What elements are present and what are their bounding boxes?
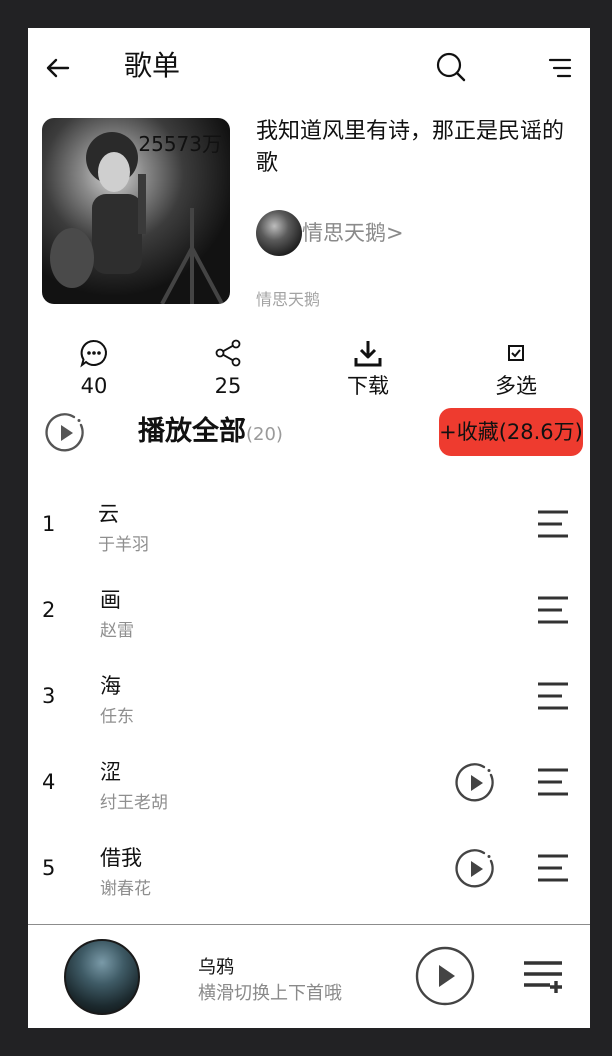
share-icon [215, 339, 241, 367]
playlist-cover[interactable]: 25573万 [42, 118, 230, 304]
search-button[interactable] [434, 50, 468, 84]
song-menu-icon[interactable] [536, 766, 570, 798]
song-title: 借我 [100, 846, 142, 870]
creator-name-link[interactable]: 情思天鹅> [302, 218, 404, 248]
playlist-screen: 歌单 25573万 我知道风里有诗，那正是民谣的歌 情思天鹅> 情思天鹅 40 … [28, 28, 590, 1028]
now-playing-cover[interactable] [64, 939, 140, 1015]
song-row[interactable]: 1 云 于羊羽 [28, 480, 590, 566]
play-count: 25573万 [138, 132, 222, 156]
song-menu-icon[interactable] [536, 680, 570, 712]
search-icon [436, 52, 466, 82]
song-number: 1 [42, 512, 56, 536]
download-button[interactable]: 下载 [308, 338, 428, 408]
multi-select-label: 多选 [495, 374, 537, 398]
creator-subtitle: 情思天鹅 [256, 290, 321, 309]
collect-button[interactable]: +收藏(28.6万) [439, 408, 583, 456]
play-icon[interactable] [414, 945, 476, 1007]
arrow-left-icon [46, 58, 70, 78]
song-menu-icon[interactable] [536, 852, 570, 884]
song-row[interactable]: 2 画 赵雷 [28, 566, 590, 652]
now-playing-hint: 横滑切换上下首哦 [198, 983, 342, 1004]
checkbox-icon [508, 345, 524, 361]
song-number: 3 [42, 684, 56, 708]
song-menu-icon[interactable] [536, 508, 570, 540]
play-circle-icon[interactable] [454, 762, 496, 804]
play-circle-icon[interactable] [454, 848, 496, 890]
share-count: 25 [214, 374, 242, 398]
song-row[interactable]: 4 涩 纣王老胡 [28, 738, 590, 824]
song-row[interactable]: 5 借我 谢春花 [28, 824, 590, 910]
share-button[interactable]: 25 [168, 338, 288, 408]
multi-select-button[interactable]: 多选 [456, 338, 576, 408]
menu-icon [548, 58, 572, 78]
song-title: 画 [100, 588, 121, 612]
song-menu-icon[interactable] [536, 594, 570, 626]
comment-button[interactable]: 40 [34, 338, 154, 408]
song-artist: 纣王老胡 [100, 793, 168, 813]
playlist-title: 我知道风里有诗，那正是民谣的歌 [256, 119, 565, 176]
song-number: 5 [42, 856, 56, 880]
now-playing-title: 乌鸦 [198, 957, 234, 978]
song-artist: 于羊羽 [98, 535, 149, 555]
menu-button[interactable] [546, 54, 574, 82]
download-icon [354, 341, 382, 367]
song-title: 云 [98, 502, 119, 526]
song-title: 海 [100, 674, 121, 698]
creator-avatar[interactable] [256, 210, 302, 256]
song-artist: 任东 [100, 707, 134, 727]
song-number: 2 [42, 598, 56, 622]
play-all-button[interactable] [44, 412, 86, 454]
comment-count: 40 [80, 374, 108, 398]
page-title: 歌单 [124, 49, 181, 82]
song-artist: 谢春花 [100, 879, 151, 899]
song-title: 涩 [100, 760, 121, 784]
comment-icon [80, 339, 107, 368]
mini-player[interactable]: 乌鸦 横滑切换上下首哦 [28, 924, 590, 1028]
song-artist: 赵雷 [100, 621, 134, 641]
song-row[interactable]: 3 海 任东 [28, 652, 590, 738]
download-label: 下载 [347, 374, 389, 398]
play-all-label[interactable]: 播放全部(20) [138, 410, 283, 457]
song-number: 4 [42, 770, 56, 794]
song-count: (20) [246, 424, 283, 445]
play-circle-icon [45, 413, 84, 452]
back-button[interactable] [42, 52, 74, 84]
playlist-queue-icon[interactable] [522, 959, 566, 997]
